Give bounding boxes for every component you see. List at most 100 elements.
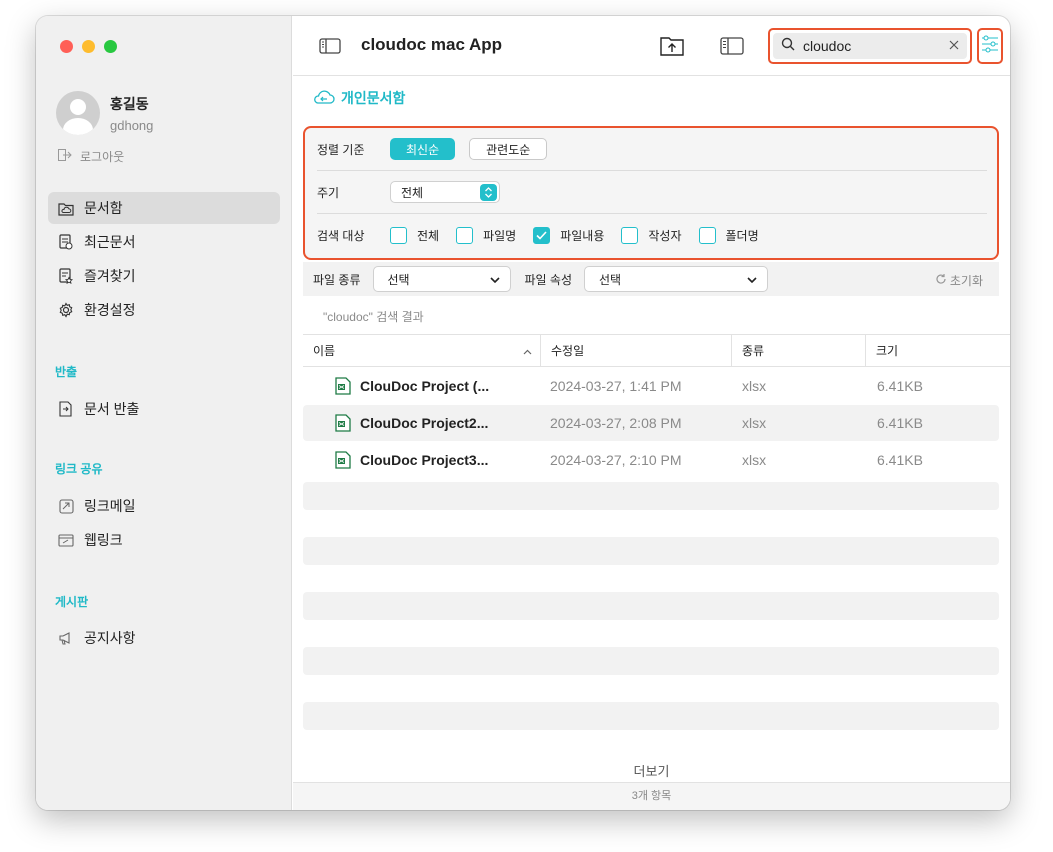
sort-row: 정렬 기준 최신순 관련도순 bbox=[317, 128, 987, 171]
reset-button[interactable]: 초기화 bbox=[935, 272, 983, 289]
spreadsheet-file-icon bbox=[334, 368, 352, 404]
sidebar-item-label: 공지사항 bbox=[84, 630, 136, 646]
clear-search-icon[interactable] bbox=[949, 37, 959, 55]
breadcrumb-label: 개인문서함 bbox=[341, 90, 406, 106]
search-target-label: 검색 대상 bbox=[317, 229, 365, 243]
checkbox-box bbox=[456, 227, 474, 244]
empty-row bbox=[303, 647, 999, 675]
spreadsheet-file-icon bbox=[334, 405, 352, 441]
target-content-checkbox[interactable]: 파일내용 bbox=[533, 227, 604, 244]
window-controls bbox=[60, 40, 117, 53]
file-attribute-value: 선택 bbox=[599, 272, 622, 287]
target-author-checkbox[interactable]: 작성자 bbox=[621, 227, 682, 244]
file-size: 6.41KB bbox=[877, 415, 923, 431]
avatar bbox=[56, 91, 100, 135]
file-size: 6.41KB bbox=[877, 452, 923, 468]
sidebar-item-notice[interactable]: 공지사항 bbox=[48, 622, 280, 654]
target-all-checkbox[interactable]: 전체 bbox=[390, 227, 439, 244]
file-attribute-dropdown[interactable]: 선택 bbox=[584, 266, 768, 292]
app-window: 홍길동 gdhong 로그아웃 문서함 최근문서 즐겨찾기 환경설정 반출 문서… bbox=[36, 16, 1010, 810]
filter-toggle-button[interactable] bbox=[977, 28, 1003, 64]
zoom-button[interactable] bbox=[104, 40, 117, 53]
column-label: 이름 bbox=[313, 344, 336, 358]
table-row[interactable]: ClouDoc Project3... 2024-03-27, 2:10 PM … bbox=[303, 442, 999, 478]
sidebar-toggle-icon[interactable] bbox=[317, 34, 343, 58]
table-header: 이름 수정일 종류 크기 bbox=[303, 334, 1010, 367]
column-label: 수정일 bbox=[551, 344, 585, 358]
updown-chevron-icon bbox=[480, 183, 497, 201]
chevron-down-icon bbox=[489, 272, 500, 286]
minimize-button[interactable] bbox=[82, 40, 95, 53]
logout-label: 로그아웃 bbox=[80, 150, 125, 164]
sort-relevance-button[interactable]: 관련도순 bbox=[469, 138, 548, 160]
recent-doc-icon bbox=[57, 233, 75, 251]
column-header-type[interactable]: 종류 bbox=[731, 335, 865, 366]
export-doc-icon bbox=[57, 400, 75, 418]
section-title-export: 반출 bbox=[55, 365, 78, 379]
attribute-filter-row: 파일 종류 선택 파일 속성 선택 초기화 bbox=[303, 262, 999, 296]
column-header-modified[interactable]: 수정일 bbox=[540, 335, 731, 366]
empty-row bbox=[303, 592, 999, 620]
target-filename-checkbox[interactable]: 파일명 bbox=[456, 227, 516, 244]
file-date: 2024-03-27, 2:10 PM bbox=[550, 452, 682, 468]
spreadsheet-file-icon bbox=[334, 442, 352, 478]
sidebar-item-documents[interactable]: 문서함 bbox=[48, 192, 280, 224]
table-row[interactable]: ClouDoc Project2... 2024-03-27, 2:08 PM … bbox=[303, 405, 999, 441]
checkbox-box bbox=[621, 227, 639, 244]
sidebar: 홍길동 gdhong 로그아웃 문서함 최근문서 즐겨찾기 환경설정 반출 문서… bbox=[36, 16, 292, 810]
cloud-folder-icon bbox=[57, 199, 75, 217]
toolbar: cloudoc mac App cloudoc bbox=[293, 16, 1010, 76]
section-title-link-share: 링크 공유 bbox=[55, 462, 103, 476]
period-select[interactable]: 전체 bbox=[390, 181, 500, 203]
panel-toggle-icon[interactable] bbox=[719, 34, 745, 58]
sidebar-item-web-link[interactable]: 웹링크 bbox=[48, 524, 280, 556]
file-type-value: 선택 bbox=[387, 272, 410, 287]
file-attribute-label: 파일 속성 bbox=[524, 272, 573, 287]
period-value: 전체 bbox=[401, 185, 424, 200]
sidebar-item-recent[interactable]: 최근문서 bbox=[48, 226, 280, 258]
search-input[interactable]: cloudoc bbox=[803, 38, 949, 54]
file-type-dropdown[interactable]: 선택 bbox=[372, 266, 511, 292]
checkbox-label: 파일내용 bbox=[560, 229, 605, 243]
table-row[interactable]: ClouDoc Project (... 2024-03-27, 1:41 PM… bbox=[303, 368, 999, 404]
search-result-label: "cloudoc" 검색 결과 bbox=[323, 310, 424, 324]
file-date: 2024-03-27, 2:08 PM bbox=[550, 415, 682, 431]
reset-label: 초기화 bbox=[949, 274, 983, 288]
logout-icon bbox=[58, 149, 72, 164]
sort-label: 정렬 기준 bbox=[317, 142, 365, 157]
search-icon bbox=[781, 37, 795, 56]
sidebar-item-link-mail[interactable]: 링크메일 bbox=[48, 490, 280, 522]
checkbox-label: 폴더명 bbox=[725, 229, 759, 243]
period-row: 주기 전체 bbox=[317, 171, 987, 214]
column-label: 크기 bbox=[876, 344, 899, 358]
upload-folder-icon[interactable] bbox=[659, 34, 685, 58]
refresh-icon bbox=[935, 273, 947, 288]
sidebar-item-export[interactable]: 문서 반출 bbox=[48, 393, 280, 425]
cloud-back-icon bbox=[313, 89, 335, 108]
sidebar-item-label: 즐겨찾기 bbox=[84, 268, 136, 284]
sort-latest-button[interactable]: 최신순 bbox=[390, 138, 456, 160]
chevron-down-icon bbox=[747, 272, 757, 286]
file-type-label: 파일 종류 bbox=[313, 272, 361, 287]
load-more-button[interactable]: 더보기 bbox=[293, 761, 1010, 780]
column-header-size[interactable]: 크기 bbox=[865, 335, 1010, 366]
main-content: cloudoc mac App cloudoc 개인문서함 정렬 기준 최신순 … bbox=[293, 16, 1010, 810]
sidebar-item-label: 최근문서 bbox=[84, 234, 136, 250]
file-name: ClouDoc Project3... bbox=[360, 452, 489, 468]
user-name: 홍길동 bbox=[110, 95, 149, 112]
logout-link[interactable]: 로그아웃 bbox=[58, 148, 124, 165]
sidebar-item-settings[interactable]: 환경설정 bbox=[48, 294, 280, 326]
sliders-icon bbox=[982, 34, 998, 59]
user-id: gdhong bbox=[110, 117, 154, 133]
period-label: 주기 bbox=[317, 185, 340, 200]
sidebar-item-favorites[interactable]: 즐겨찾기 bbox=[48, 260, 280, 292]
web-link-icon bbox=[57, 531, 75, 549]
sidebar-item-label: 환경설정 bbox=[84, 302, 136, 318]
sidebar-item-label: 웹링크 bbox=[84, 532, 123, 548]
column-header-name[interactable]: 이름 bbox=[303, 335, 540, 366]
file-date: 2024-03-27, 1:41 PM bbox=[550, 378, 682, 394]
target-folder-checkbox[interactable]: 폴더명 bbox=[698, 227, 759, 244]
close-button[interactable] bbox=[60, 40, 73, 53]
checkbox-label: 전체 bbox=[417, 229, 440, 243]
breadcrumb[interactable]: 개인문서함 bbox=[313, 88, 405, 108]
